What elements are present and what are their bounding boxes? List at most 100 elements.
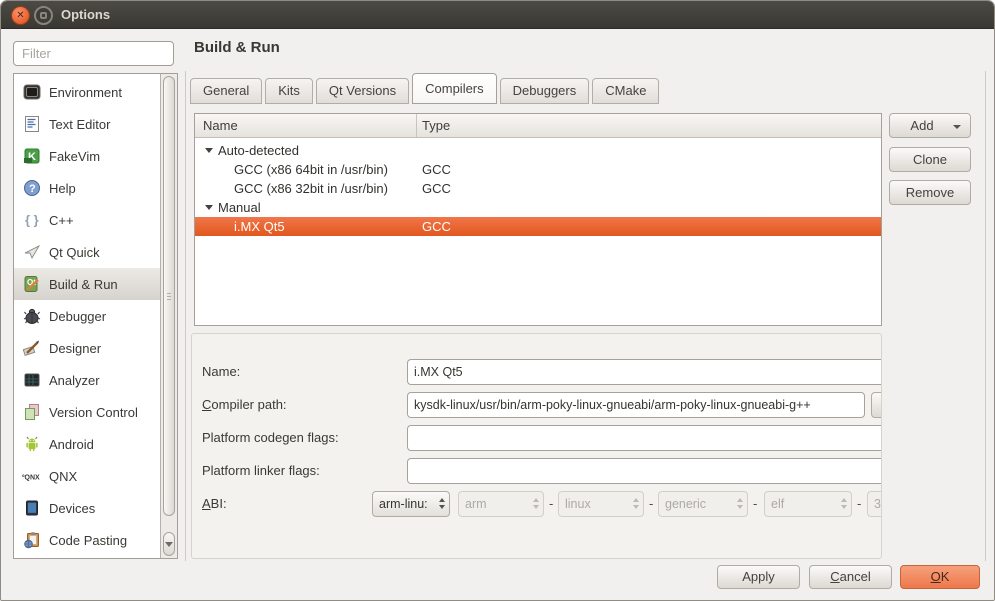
ok-button[interactable]: OK bbox=[900, 565, 980, 589]
sidebar-item-designer[interactable]: Designer bbox=[14, 332, 161, 364]
spin-arrows-icon bbox=[533, 498, 539, 509]
sidebar-item-label: C++ bbox=[49, 213, 74, 228]
pane-border-right bbox=[985, 71, 986, 561]
table-body: Auto-detected GCC (x86 64bit in /usr/bin… bbox=[195, 138, 881, 236]
abi-separator: - bbox=[857, 491, 861, 517]
sidebar-item-label: Android bbox=[49, 437, 94, 452]
spin-arrows-icon bbox=[439, 498, 445, 509]
sidebar-item-cpp[interactable]: { } C++ bbox=[14, 204, 161, 236]
clone-button[interactable]: Clone bbox=[889, 147, 971, 172]
row-name: GCC (x86 64bit in /usr/bin) bbox=[234, 160, 388, 179]
cancel-button[interactable]: Cancel bbox=[809, 565, 892, 589]
bug-icon bbox=[21, 306, 43, 326]
sidebar-item-analyzer[interactable]: Analyzer bbox=[14, 364, 161, 396]
table-row-imx-qt5[interactable]: i.MX Qt5 GCC bbox=[195, 217, 881, 236]
row-name: i.MX Qt5 bbox=[234, 217, 285, 236]
tab-kits[interactable]: Kits bbox=[265, 78, 313, 104]
table-row-gcc-32[interactable]: GCC (x86 32bit in /usr/bin) GCC bbox=[195, 179, 881, 198]
expander-icon[interactable] bbox=[205, 205, 213, 210]
sidebar-item-label: Help bbox=[49, 181, 76, 196]
maximize-button[interactable] bbox=[34, 6, 53, 25]
abi-arch-combobox: arm bbox=[458, 491, 544, 517]
abi-format-combobox: elf bbox=[764, 491, 852, 517]
tab-compilers[interactable]: Compilers bbox=[412, 73, 497, 104]
linker-flags-field[interactable] bbox=[407, 458, 882, 484]
sidebar-item-label: Version Control bbox=[49, 405, 138, 420]
spin-arrows-icon bbox=[633, 498, 639, 509]
sidebar-item-devices[interactable]: Devices bbox=[14, 492, 161, 524]
text-editor-icon bbox=[21, 114, 43, 134]
table-row-manual[interactable]: Manual bbox=[195, 198, 881, 217]
compiler-path-label: Compiler path: bbox=[202, 397, 287, 412]
scrollbar-down-button[interactable] bbox=[163, 532, 175, 556]
name-field[interactable] bbox=[407, 359, 882, 385]
sidebar-item-label: Text Editor bbox=[49, 117, 110, 132]
sidebar-item-text-editor[interactable]: Text Editor bbox=[14, 108, 161, 140]
sidebar-item-label: Code Pasting bbox=[49, 533, 127, 548]
tab-debuggers[interactable]: Debuggers bbox=[500, 78, 590, 104]
apply-button[interactable]: Apply bbox=[717, 565, 800, 589]
table-row-gcc-64[interactable]: GCC (x86 64bit in /usr/bin) GCC bbox=[195, 160, 881, 179]
svg-text:ºQNX: ºQNX bbox=[22, 475, 40, 482]
sidebar-item-version-control[interactable]: Version Control bbox=[14, 396, 161, 428]
row-type: GCC bbox=[422, 179, 451, 198]
row-name: Auto-detected bbox=[218, 141, 299, 160]
compiler-path-field[interactable] bbox=[407, 392, 865, 418]
tab-qt-versions[interactable]: Qt Versions bbox=[316, 78, 409, 104]
category-list: Environment Text Editor K FakeVim ? Help… bbox=[13, 73, 178, 559]
sidebar-item-label: Devices bbox=[49, 501, 95, 516]
device-icon bbox=[21, 498, 43, 518]
sidebar-item-label: Debugger bbox=[49, 309, 106, 324]
close-button[interactable]: ✕ bbox=[11, 6, 30, 25]
sidebar-item-build-and-run[interactable]: Qt Build & Run bbox=[14, 268, 161, 300]
cpp-braces-icon: { } bbox=[21, 210, 43, 230]
column-header-name[interactable]: Name bbox=[195, 114, 417, 137]
sidebar-item-qnx[interactable]: ºQNX QNX bbox=[14, 460, 161, 492]
sidebar-item-label: Qt Quick bbox=[49, 245, 100, 260]
table-row-auto-detected[interactable]: Auto-detected bbox=[195, 141, 881, 160]
sidebar-item-label: QNX bbox=[49, 469, 77, 484]
sidebar-item-qt-quick[interactable]: Qt Quick bbox=[14, 236, 161, 268]
abi-separator: - bbox=[549, 491, 553, 517]
codegen-flags-field[interactable] bbox=[407, 425, 882, 451]
sidebar-item-fakevim[interactable]: K FakeVim bbox=[14, 140, 161, 172]
sidebar-item-label: Designer bbox=[49, 341, 101, 356]
sidebar-item-help[interactable]: ? Help bbox=[14, 172, 161, 204]
scrollbar-thumb[interactable] bbox=[163, 76, 175, 516]
add-button-label: Add bbox=[910, 118, 933, 133]
expander-icon[interactable] bbox=[205, 148, 213, 153]
browse-button[interactable] bbox=[871, 392, 882, 418]
page-title: Build & Run bbox=[194, 39, 280, 56]
tab-general[interactable]: General bbox=[190, 78, 262, 104]
abi-label: ABI: bbox=[202, 496, 227, 511]
add-button[interactable]: Add bbox=[889, 113, 971, 138]
sidebar-item-label: Analyzer bbox=[49, 373, 100, 388]
sidebar-item-debugger[interactable]: Debugger bbox=[14, 300, 161, 332]
sidebar-item-label: Build & Run bbox=[49, 277, 118, 292]
android-icon bbox=[21, 434, 43, 454]
row-type: GCC bbox=[422, 217, 451, 236]
sidebar-item-environment[interactable]: Environment bbox=[14, 76, 161, 108]
pages-icon bbox=[21, 402, 43, 422]
abi-separator: - bbox=[753, 491, 757, 517]
spin-arrows-icon bbox=[841, 498, 847, 509]
abi-bits-combobox: 32 bbox=[867, 491, 882, 517]
remove-button[interactable]: Remove bbox=[889, 180, 971, 205]
column-header-type[interactable]: Type bbox=[417, 114, 450, 137]
filter-input[interactable] bbox=[13, 41, 174, 66]
close-icon: ✕ bbox=[12, 7, 29, 24]
sidebar-scrollbar[interactable] bbox=[160, 74, 177, 558]
row-type: GCC bbox=[422, 160, 451, 179]
abi-separator: - bbox=[649, 491, 653, 517]
row-name: Manual bbox=[218, 198, 261, 217]
tab-bar: General Kits Qt Versions Compilers Debug… bbox=[190, 73, 662, 104]
sidebar-item-code-pasting[interactable]: Code Pasting bbox=[14, 524, 161, 556]
name-label: Name: bbox=[202, 364, 240, 379]
qnx-logo-icon: ºQNX bbox=[21, 466, 43, 486]
abi-os-combobox: linux bbox=[558, 491, 644, 517]
tab-cmake[interactable]: CMake bbox=[592, 78, 659, 104]
compilers-table: Name Type Auto-detected GCC (x86 64bit i… bbox=[194, 113, 882, 326]
maximize-icon bbox=[40, 12, 47, 19]
abi-combobox[interactable]: arm-linu: bbox=[372, 491, 450, 517]
sidebar-item-android[interactable]: Android bbox=[14, 428, 161, 460]
